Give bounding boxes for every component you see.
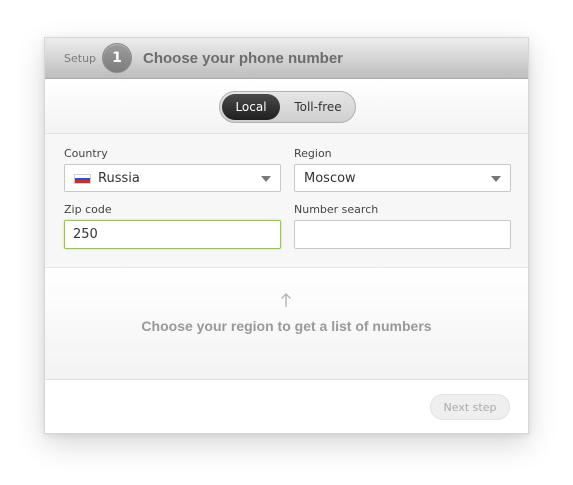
empty-state-hint: Choose your region to get a list of numb… <box>141 318 432 334</box>
search-form: Country Russia Region Moscow Zip code Nu… <box>45 134 528 268</box>
dialog-header: Setup 1 Choose your phone number <box>45 38 528 79</box>
dialog-footer: Next step <box>45 380 528 433</box>
country-select[interactable]: Russia <box>64 164 281 192</box>
chevron-down-icon <box>491 176 501 182</box>
zip-code-label: Zip code <box>64 203 112 216</box>
number-search-label: Number search <box>294 203 379 216</box>
region-label: Region <box>294 147 332 160</box>
number-search-input[interactable] <box>294 220 511 249</box>
country-label: Country <box>64 147 108 160</box>
region-select[interactable]: Moscow <box>294 164 511 192</box>
toggle-option-local[interactable]: Local <box>222 94 280 120</box>
country-value: Russia <box>98 171 140 186</box>
arrow-up-icon <box>281 293 291 307</box>
setup-label: Setup <box>64 52 97 65</box>
next-step-button[interactable]: Next step <box>430 394 510 420</box>
step-indicator: 1 <box>102 43 132 73</box>
region-value: Moscow <box>304 171 356 186</box>
number-type-toggle: Local Toll-free <box>219 91 356 123</box>
chevron-down-icon <box>261 176 271 182</box>
toggle-option-toll-free[interactable]: Toll-free <box>282 94 354 120</box>
page-title: Choose your phone number <box>143 50 344 67</box>
russia-flag-icon <box>74 174 91 184</box>
results-area: Choose your region to get a list of numb… <box>45 268 528 380</box>
toggle-bar: Local Toll-free <box>45 79 528 134</box>
zip-code-input[interactable] <box>64 220 281 249</box>
setup-dialog: Setup 1 Choose your phone number Local T… <box>44 37 529 434</box>
